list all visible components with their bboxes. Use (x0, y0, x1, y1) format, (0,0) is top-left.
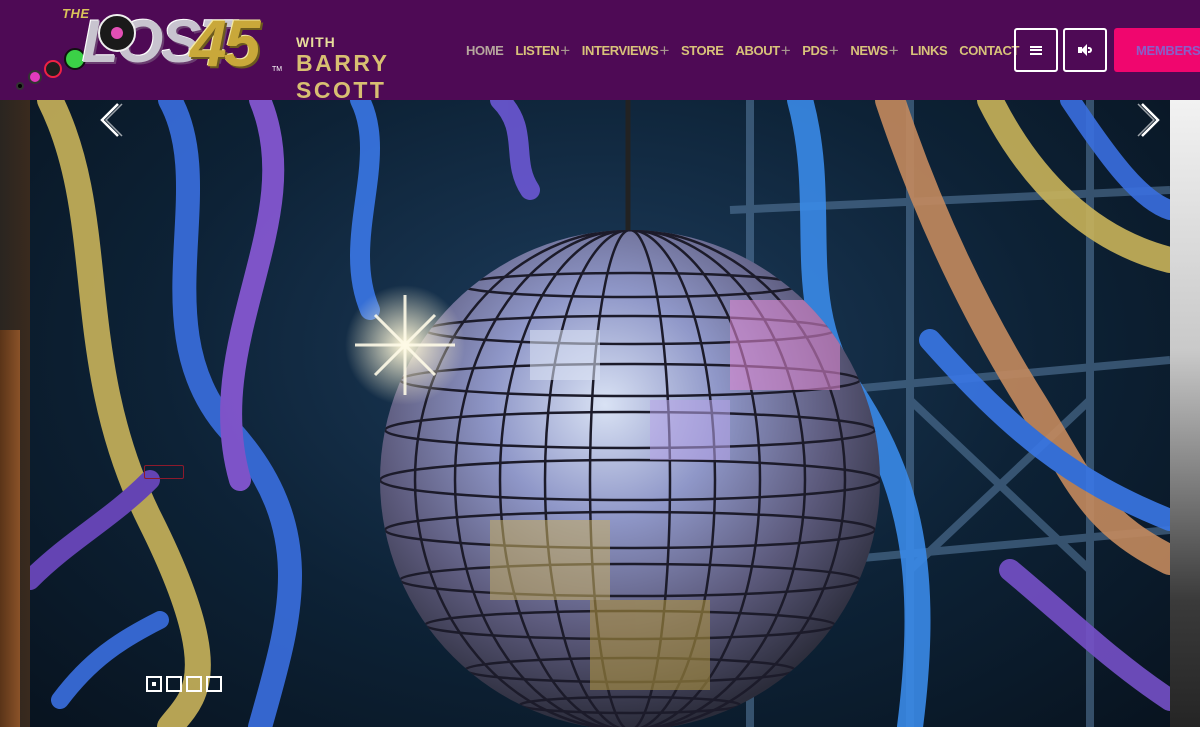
logo-with: WITH (296, 34, 336, 50)
nav-label: NEWS (850, 42, 888, 58)
logo-trademark: TM (272, 66, 283, 73)
nav-label: PDS (802, 42, 828, 58)
nav-item-about[interactable]: ABOUT + (736, 42, 791, 59)
plus-icon[interactable]: + (829, 42, 839, 59)
nav-label: LISTEN (515, 42, 560, 58)
slide-image-disco-ball (30, 100, 1170, 727)
plus-icon[interactable]: + (889, 42, 899, 59)
record-icon (16, 82, 24, 90)
hero-slider (0, 100, 1200, 740)
slide-indicator-3[interactable] (186, 676, 202, 692)
sound-button[interactable] (1063, 28, 1107, 72)
members-button[interactable]: MEMBERS (1114, 28, 1200, 72)
site-header: THE LOST 45 TM WITH BARRY SCOTT HOME LIS… (0, 0, 1200, 103)
chevron-right-icon[interactable] (1134, 100, 1164, 140)
previous-slide-peek (0, 100, 30, 740)
next-slide-peek (1170, 100, 1200, 727)
plus-icon[interactable]: + (781, 42, 791, 59)
menu-button[interactable] (1014, 28, 1058, 72)
nav-label: CONTACT (959, 42, 1020, 58)
main-nav: HOME LISTEN + INTERVIEWS + STORE ABOUT +… (466, 36, 1031, 64)
nav-label: INTERVIEWS (581, 42, 659, 58)
slide-caption-box (144, 465, 184, 479)
nav-item-interviews[interactable]: INTERVIEWS + (581, 42, 670, 59)
nav-label: HOME (466, 42, 504, 58)
members-label: MEMBERS (1136, 42, 1200, 58)
record-icon (44, 60, 62, 78)
logo-host-name: BARRY SCOTT (296, 50, 390, 103)
logo-45: 45 (190, 6, 260, 80)
hamburger-icon (1030, 45, 1042, 55)
speaker-icon (1078, 44, 1092, 56)
nav-label: STORE (680, 42, 724, 58)
record-icon (98, 14, 136, 52)
page-bottom-edge (0, 727, 1200, 740)
record-icon (28, 70, 42, 84)
nav-item-pds[interactable]: PDS + (802, 42, 838, 59)
slide-indicator-4[interactable] (206, 676, 222, 692)
slide-indicator-1[interactable] (146, 676, 162, 692)
disco-ball-illustration (30, 100, 1170, 727)
plus-icon[interactable]: + (659, 42, 669, 59)
nav-item-home[interactable]: HOME (466, 42, 504, 58)
nav-item-store[interactable]: STORE (681, 43, 724, 58)
site-logo[interactable]: THE LOST 45 TM WITH BARRY SCOTT (14, 4, 464, 103)
plus-icon[interactable]: + (560, 42, 570, 59)
nav-item-links[interactable]: LINKS (910, 43, 947, 58)
nav-label: ABOUT (735, 42, 781, 58)
nav-item-news[interactable]: NEWS + (850, 42, 898, 59)
slide-indicator-2[interactable] (166, 676, 182, 692)
chevron-left-icon[interactable] (96, 100, 126, 140)
nav-label: LINKS (910, 42, 948, 58)
slide-indicators (146, 676, 222, 692)
nav-item-listen[interactable]: LISTEN + (515, 42, 570, 59)
nav-item-contact[interactable]: CONTACT (959, 43, 1019, 58)
